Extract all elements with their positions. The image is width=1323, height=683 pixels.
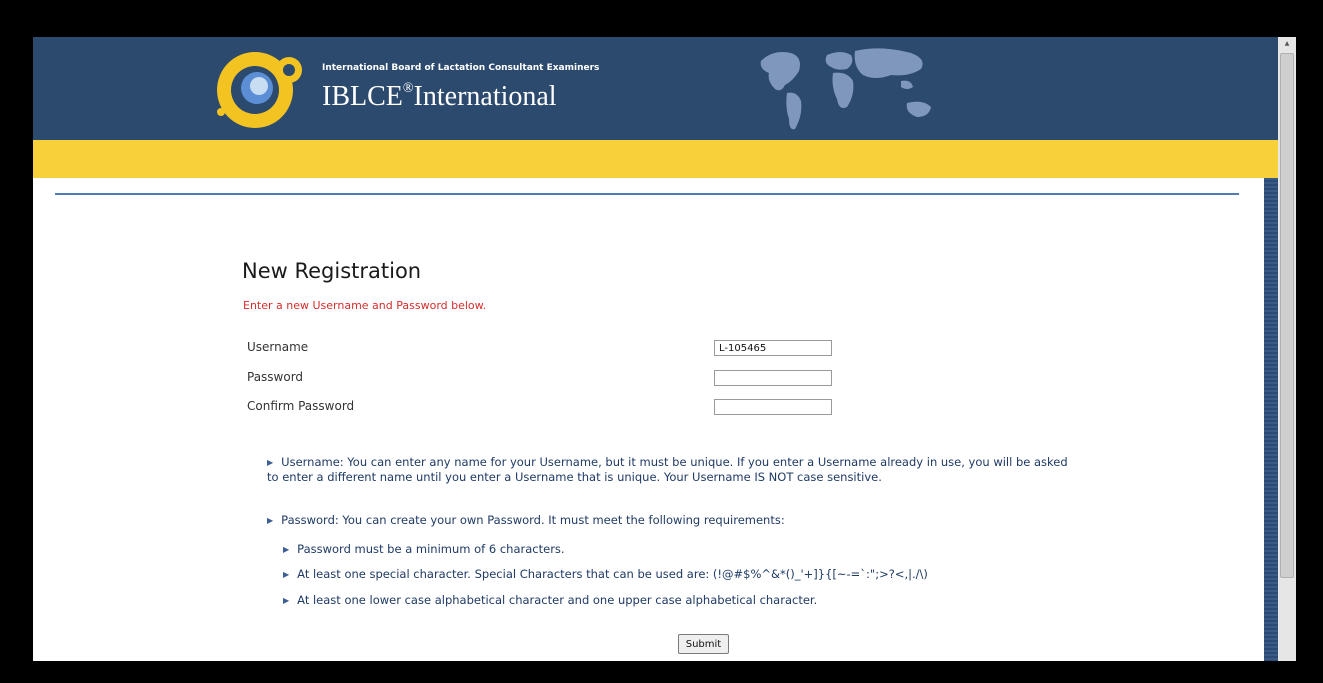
username-help-line1: Username: You can enter any name for you…: [281, 455, 1068, 469]
username-help: ▶ Username: You can enter any name for yo…: [267, 455, 1068, 471]
password-help: ▶ Password: You can create your own Passw…: [267, 513, 785, 529]
brand-name: IBLCE: [322, 81, 403, 112]
bullet-icon: ▶: [283, 570, 290, 579]
brand-title: IBLCE®International: [322, 81, 557, 113]
bullet-icon: ▶: [267, 516, 274, 525]
submit-button[interactable]: Submit: [678, 634, 729, 654]
instruction-text: Enter a new Username and Password below.: [243, 299, 487, 312]
requirement-item: ▶ Password must be a minimum of 6 charact…: [283, 542, 565, 558]
scroll-up-arrow-icon[interactable]: ▲: [1281, 40, 1293, 48]
bullet-icon: ▶: [283, 596, 290, 605]
requirement-item: ▶ At least one special character. Special…: [283, 567, 928, 583]
world-map: [760, 48, 931, 130]
org-name: International Board of Lactation Consult…: [322, 63, 600, 73]
browser-viewport: International Board of Lactation Consult…: [33, 37, 1278, 661]
iblce-logo: [217, 52, 302, 128]
password-help-text: Password: You can create your own Passwo…: [281, 513, 785, 527]
password-input[interactable]: [714, 370, 832, 386]
password-label: Password: [247, 370, 304, 384]
confirm-password-label: Confirm Password: [247, 399, 355, 413]
site-header: International Board of Lactation Consult…: [33, 37, 1278, 140]
username-help-line2: to enter a different name until you ente…: [267, 470, 882, 484]
yellow-band: [33, 140, 1278, 178]
username-input[interactable]: [714, 340, 832, 356]
bullet-icon: ▶: [283, 545, 290, 554]
requirement-item: ▶ At least one lower case alphabetical ch…: [283, 593, 817, 609]
requirement-text: Password must be a minimum of 6 characte…: [297, 542, 565, 556]
page-title: New Registration: [242, 259, 422, 283]
side-decoration: [1264, 178, 1278, 661]
confirm-password-input[interactable]: [714, 399, 832, 415]
brand-mark: ®: [402, 81, 414, 96]
requirement-text: At least one lower case alphabetical cha…: [297, 593, 818, 607]
divider: [55, 193, 1239, 195]
requirement-text: At least one special character. Special …: [297, 567, 928, 581]
username-help-cont: to enter a different name until you ente…: [267, 470, 882, 485]
scroll-thumb[interactable]: [1280, 53, 1294, 578]
brand-suffix: International: [413, 81, 557, 112]
username-label: Username: [247, 340, 309, 354]
bullet-icon: ▶: [267, 458, 274, 467]
